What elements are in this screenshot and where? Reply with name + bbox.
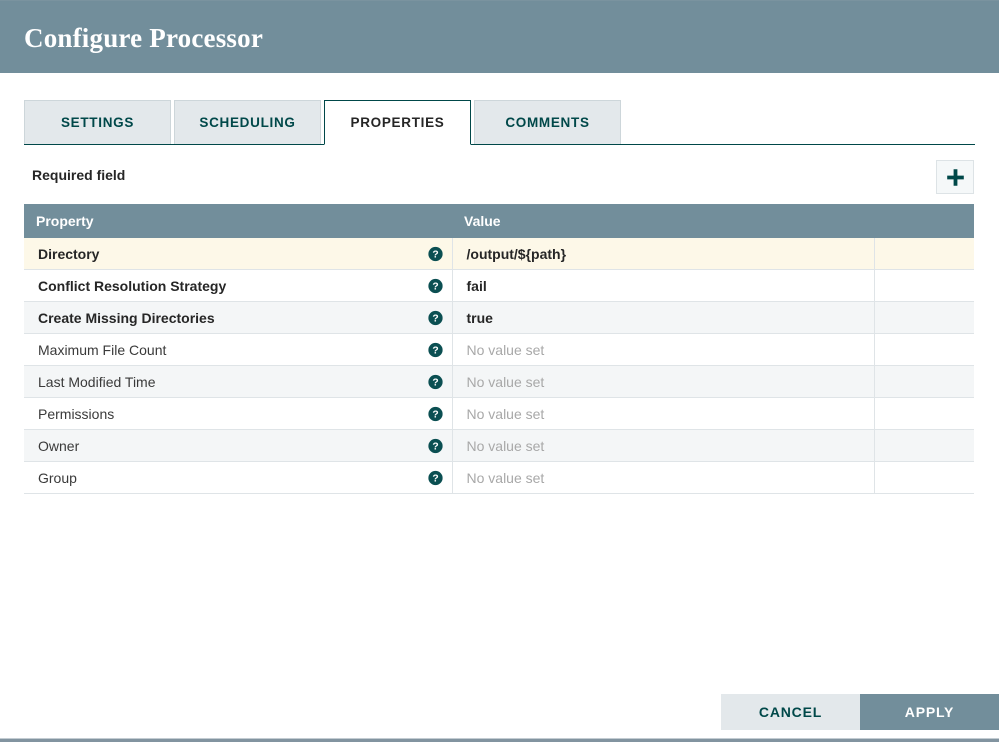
value-cell[interactable]: No value set: [452, 333, 875, 366]
property-cell: Directory?: [24, 238, 453, 270]
properties-table: Property Value Directory? /output/${path}…: [24, 204, 974, 494]
tab-settings[interactable]: SETTINGS: [24, 100, 171, 145]
row-actions-cell: [874, 429, 974, 462]
plus-icon: [946, 168, 965, 187]
value-cell[interactable]: No value set: [452, 461, 875, 494]
table-row[interactable]: Owner? No value set: [24, 429, 974, 462]
property-value-placeholder: No value set: [466, 469, 545, 486]
help-circle-icon[interactable]: ?: [427, 406, 443, 421]
property-value: fail: [466, 277, 487, 294]
value-cell[interactable]: true: [452, 301, 875, 334]
row-actions-cell: [874, 333, 974, 366]
value-cell[interactable]: No value set: [452, 365, 875, 398]
property-value: true: [466, 309, 493, 326]
required-field-legend: Required field: [32, 167, 126, 183]
column-header-extra: [874, 204, 974, 238]
property-value-placeholder: No value set: [466, 341, 545, 358]
table-row[interactable]: Last Modified Time? No value set: [24, 365, 974, 398]
tab-bar: SETTINGS SCHEDULING PROPERTIES COMMENTS: [0, 73, 999, 145]
row-actions-cell: [874, 397, 974, 430]
value-cell[interactable]: No value set: [452, 397, 875, 430]
value-cell[interactable]: fail: [452, 269, 875, 302]
property-value-placeholder: No value set: [466, 373, 545, 390]
property-cell: Conflict Resolution Strategy?: [24, 269, 453, 302]
table-row[interactable]: Group? No value set: [24, 461, 974, 494]
cancel-button[interactable]: CANCEL: [721, 694, 860, 730]
dialog-header: Configure Processor: [0, 0, 999, 73]
tab-scheduling[interactable]: SCHEDULING: [174, 100, 321, 145]
property-name: Conflict Resolution Strategy: [38, 277, 227, 294]
svg-text:?: ?: [432, 281, 438, 292]
properties-table-head: Property Value: [24, 204, 974, 238]
property-cell: Permissions?: [24, 397, 453, 430]
row-actions-cell: [874, 238, 974, 270]
help-circle-icon[interactable]: ?: [427, 342, 443, 357]
svg-text:?: ?: [432, 345, 438, 356]
help-circle-icon[interactable]: ?: [427, 246, 443, 261]
column-header-value: Value: [452, 204, 874, 238]
tab-properties[interactable]: PROPERTIES: [324, 100, 471, 145]
svg-text:?: ?: [432, 377, 438, 388]
row-actions-cell: [874, 461, 974, 494]
svg-text:?: ?: [432, 473, 438, 484]
row-actions-cell: [874, 301, 974, 334]
property-name: Group: [38, 469, 77, 486]
help-circle-icon[interactable]: ?: [427, 310, 443, 325]
svg-text:?: ?: [432, 313, 438, 324]
table-row[interactable]: Directory? /output/${path}: [24, 238, 974, 270]
property-name: Permissions: [38, 405, 115, 422]
apply-button[interactable]: APPLY: [860, 694, 999, 730]
help-circle-icon[interactable]: ?: [427, 470, 443, 485]
property-name: Owner: [38, 437, 80, 454]
row-actions-cell: [874, 269, 974, 302]
property-name: Maximum File Count: [38, 341, 167, 358]
row-actions-cell: [874, 365, 974, 398]
property-name: Create Missing Directories: [38, 309, 215, 326]
dialog-title: Configure Processor: [24, 23, 264, 53]
value-cell[interactable]: /output/${path}: [452, 238, 875, 270]
help-circle-icon[interactable]: ?: [427, 374, 443, 389]
help-circle-icon[interactable]: ?: [427, 438, 443, 453]
table-row[interactable]: Permissions? No value set: [24, 397, 974, 430]
table-row[interactable]: Create Missing Directories? true: [24, 301, 974, 334]
property-name: Last Modified Time: [38, 373, 156, 390]
add-property-button[interactable]: [936, 160, 974, 194]
dialog-footer: CANCEL APPLY: [0, 684, 999, 742]
footer-divider: [0, 738, 999, 742]
svg-text:?: ?: [432, 249, 438, 260]
column-header-property: Property: [24, 204, 452, 238]
table-row[interactable]: Maximum File Count? No value set: [24, 333, 974, 366]
tab-comments[interactable]: COMMENTS: [474, 100, 621, 145]
tab-list: SETTINGS SCHEDULING PROPERTIES COMMENTS: [24, 100, 624, 145]
property-cell: Group?: [24, 461, 453, 494]
svg-text:?: ?: [432, 409, 438, 420]
property-value-placeholder: No value set: [466, 405, 545, 422]
property-value-placeholder: No value set: [466, 437, 545, 454]
tab-underline: [24, 144, 975, 145]
table-row[interactable]: Conflict Resolution Strategy? fail: [24, 269, 974, 302]
table-header-row: Property Value: [24, 204, 974, 238]
help-circle-icon[interactable]: ?: [427, 278, 443, 293]
property-name: Directory: [38, 245, 100, 262]
properties-table-body: Directory? /output/${path} Conflict Resolu…: [24, 238, 974, 494]
property-value: /output/${path}: [466, 245, 567, 262]
property-cell: Create Missing Directories?: [24, 301, 453, 334]
svg-text:?: ?: [432, 441, 438, 452]
value-cell[interactable]: No value set: [452, 429, 875, 462]
property-cell: Owner?: [24, 429, 453, 462]
property-cell: Last Modified Time?: [24, 365, 453, 398]
property-cell: Maximum File Count?: [24, 333, 453, 366]
